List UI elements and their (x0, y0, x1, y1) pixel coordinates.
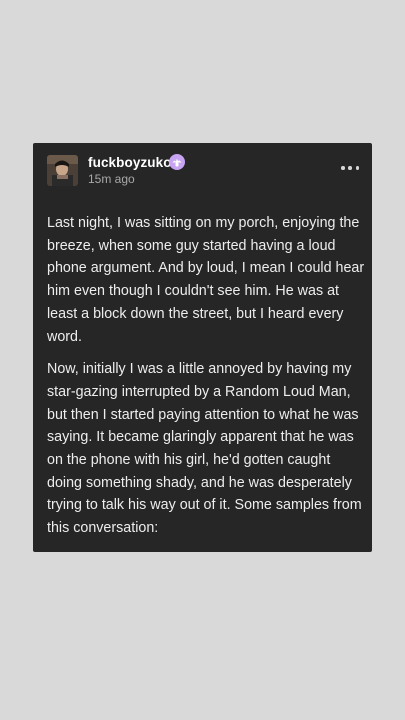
post-timestamp: 15m ago (88, 172, 135, 186)
avatar[interactable] (47, 155, 78, 186)
post-card: fuckboyzuko 15m ago Last night, I was si… (33, 143, 372, 552)
mushroom-badge-icon[interactable] (169, 154, 185, 170)
post-header: fuckboyzuko 15m ago (33, 143, 372, 203)
username[interactable]: fuckboyzuko (88, 155, 172, 170)
post-paragraph: Last night, I was sitting on my porch, e… (47, 215, 365, 345)
post-paragraph: Now, initially I was a little annoyed by… (47, 361, 362, 537)
more-options-icon[interactable] (341, 165, 359, 171)
post-body: Last night, I was sitting on my porch, e… (47, 212, 365, 550)
